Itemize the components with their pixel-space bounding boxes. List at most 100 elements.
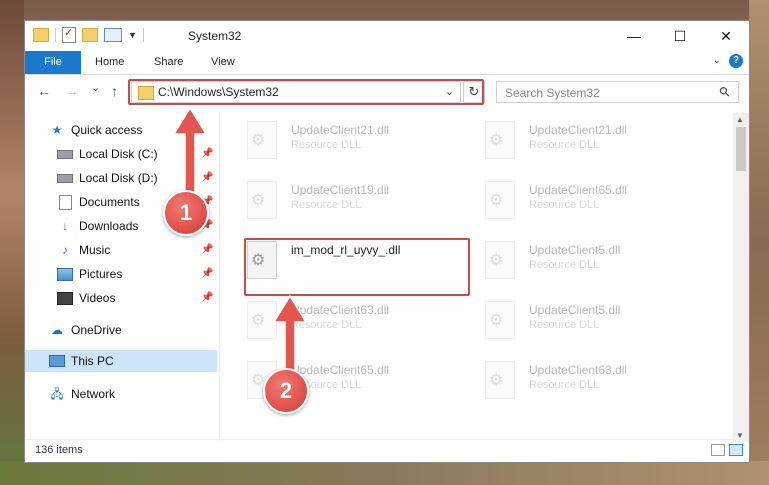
computer-icon bbox=[49, 354, 65, 368]
ribbon-tabs: File Home Share View ⌄ ? bbox=[25, 51, 749, 75]
dll-file-icon bbox=[485, 181, 515, 219]
sidebar-item-network[interactable]: 🖧 Network bbox=[49, 383, 115, 405]
desktop-background-left bbox=[0, 0, 24, 485]
sidebar-item-label: Documents bbox=[79, 195, 140, 209]
sidebar-item-label: Downloads bbox=[79, 219, 139, 233]
address-path[interactable]: C:\Windows\System32 bbox=[158, 85, 279, 99]
file-explorer-window: ▼ System32 — ☐ ✕ File Home Share View ⌄ … bbox=[24, 20, 750, 463]
file-item[interactable]: UpdateClient65.dll Resource DLL bbox=[225, 353, 455, 409]
quick-access-toolbar: ▼ bbox=[33, 26, 144, 43]
sidebar-item-label: Local Disk (C:) bbox=[79, 147, 158, 161]
file-item[interactable]: UpdateClient5.dll Resource DLL bbox=[463, 233, 693, 289]
search-input[interactable]: Search System32 ⚲ bbox=[496, 81, 739, 103]
sidebar-item-label: This PC bbox=[71, 354, 114, 368]
toolbar-separator bbox=[55, 28, 56, 42]
up-arrow-icon[interactable]: ↑ bbox=[111, 83, 118, 99]
file-type: Resource DLL bbox=[291, 199, 362, 211]
status-bar: 136 items bbox=[25, 439, 749, 462]
sidebar-item-label: Pictures bbox=[79, 267, 123, 281]
dll-file-icon bbox=[485, 361, 515, 399]
scroll-up-icon[interactable]: ▲ bbox=[736, 115, 744, 124]
item-count: 136 items bbox=[35, 444, 83, 456]
pin-icon[interactable]: 📌 bbox=[201, 268, 213, 279]
tab-view[interactable]: View bbox=[197, 51, 249, 74]
desktop-background-right bbox=[749, 0, 769, 485]
tab-file[interactable]: File bbox=[25, 51, 81, 74]
minimize-button[interactable]: — bbox=[611, 21, 657, 51]
file-name: UpdateClient5.dll bbox=[529, 243, 621, 257]
videos-icon bbox=[57, 291, 73, 305]
forward-arrow-icon[interactable]: → bbox=[65, 83, 79, 99]
new-folder-icon[interactable] bbox=[82, 28, 98, 42]
file-item[interactable]: UpdateClient21.dll Resource DLL bbox=[225, 113, 455, 169]
dll-file-icon bbox=[247, 121, 277, 159]
file-name: UpdateClient21.dll bbox=[291, 123, 390, 137]
help-icon[interactable]: ? bbox=[729, 54, 743, 68]
pictures-icon bbox=[57, 267, 73, 281]
refresh-button[interactable]: ↻ bbox=[463, 81, 485, 103]
file-name: im_mod_rl_uyvy_.dll bbox=[291, 243, 401, 257]
sidebar-item-label: Local Disk (D:) bbox=[79, 171, 158, 185]
vertical-scrollbar[interactable]: ▲ ▼ bbox=[733, 113, 749, 442]
sidebar-item-videos[interactable]: Videos bbox=[57, 287, 115, 309]
search-icon[interactable]: ⚲ bbox=[716, 83, 734, 101]
file-item-selected[interactable]: im_mod_rl_uyvy_.dll bbox=[225, 233, 455, 289]
sidebar-item-music[interactable]: ♪ Music bbox=[57, 239, 110, 261]
file-name: UpdateClient5.dll bbox=[529, 303, 621, 317]
sidebar-item-downloads[interactable]: ↓ Downloads bbox=[57, 215, 138, 237]
pin-icon[interactable]: 📌 bbox=[201, 244, 213, 255]
drive-icon bbox=[57, 147, 73, 161]
file-item[interactable]: UpdateClient63.dll Resource DLL bbox=[225, 293, 455, 349]
sidebar-item-documents[interactable]: Documents bbox=[57, 191, 140, 213]
folder-icon bbox=[33, 28, 49, 42]
view-toggle bbox=[711, 444, 743, 456]
tab-share[interactable]: Share bbox=[140, 51, 197, 74]
file-name: UpdateClient19.dll bbox=[291, 183, 390, 197]
details-view-icon[interactable] bbox=[711, 444, 725, 456]
dll-file-icon bbox=[485, 301, 515, 339]
properties-icon[interactable] bbox=[104, 28, 122, 42]
properties-check-icon[interactable] bbox=[62, 26, 76, 43]
tab-home[interactable]: Home bbox=[81, 51, 138, 74]
dll-file-icon bbox=[485, 241, 515, 279]
drive-icon bbox=[57, 171, 73, 185]
file-item[interactable]: UpdateClient65.dll Resource DLL bbox=[463, 173, 693, 229]
address-bar[interactable]: C:\Windows\System32 ⌄ bbox=[131, 81, 461, 103]
sidebar-item-local-disk-d[interactable]: Local Disk (D:) bbox=[57, 167, 158, 189]
pin-icon[interactable]: 📌 bbox=[201, 292, 213, 303]
file-item[interactable]: UpdateClient5.dll Resource DLL bbox=[463, 293, 693, 349]
folder-icon bbox=[138, 86, 154, 100]
title-bar: ▼ System32 — ☐ ✕ bbox=[25, 21, 749, 51]
file-item[interactable]: UpdateClient63.dll Resource DLL bbox=[463, 353, 693, 409]
annotation-badge-1: 1 bbox=[163, 190, 209, 236]
sidebar-item-quick-access[interactable]: ★ Quick access bbox=[49, 119, 143, 141]
sidebar-item-this-pc[interactable]: This PC bbox=[49, 350, 114, 372]
sidebar-item-pictures[interactable]: Pictures bbox=[57, 263, 122, 285]
expand-ribbon-icon[interactable]: ⌄ bbox=[713, 55, 721, 66]
scrollbar-thumb[interactable] bbox=[736, 127, 746, 171]
sidebar-item-local-disk-c[interactable]: Local Disk (C:) bbox=[57, 143, 158, 165]
search-placeholder: Search System32 bbox=[505, 86, 600, 100]
file-item[interactable]: UpdateClient21.dll Resource DLL bbox=[463, 113, 693, 169]
customize-toolbar-dropdown-icon[interactable]: ▼ bbox=[128, 30, 137, 40]
cloud-icon: ☁ bbox=[51, 323, 63, 337]
sidebar-item-label: OneDrive bbox=[71, 323, 122, 337]
window-controls: — ☐ ✕ bbox=[611, 21, 749, 51]
address-dropdown-icon[interactable]: ⌄ bbox=[445, 85, 454, 98]
sidebar-item-onedrive[interactable]: ☁ OneDrive bbox=[49, 319, 122, 341]
file-item[interactable]: UpdateClient19.dll Resource DLL bbox=[225, 173, 455, 229]
sidebar-item-label: Network bbox=[71, 387, 116, 401]
close-button[interactable]: ✕ bbox=[703, 21, 749, 51]
sidebar-item-label: Quick access bbox=[71, 123, 143, 137]
maximize-button[interactable]: ☐ bbox=[657, 21, 703, 51]
documents-icon bbox=[57, 194, 73, 210]
tiles-view-icon[interactable] bbox=[729, 444, 743, 456]
sidebar-item-label: Videos bbox=[79, 291, 116, 305]
sidebar-item-label: Music bbox=[79, 243, 111, 257]
recent-locations-icon[interactable]: ⌄ bbox=[91, 81, 100, 94]
file-type: Resource DLL bbox=[529, 379, 600, 391]
downloads-icon: ↓ bbox=[62, 219, 68, 233]
file-type: Resource DLL bbox=[529, 259, 600, 271]
back-arrow-icon[interactable]: ← bbox=[37, 83, 51, 99]
dll-file-icon bbox=[485, 121, 515, 159]
